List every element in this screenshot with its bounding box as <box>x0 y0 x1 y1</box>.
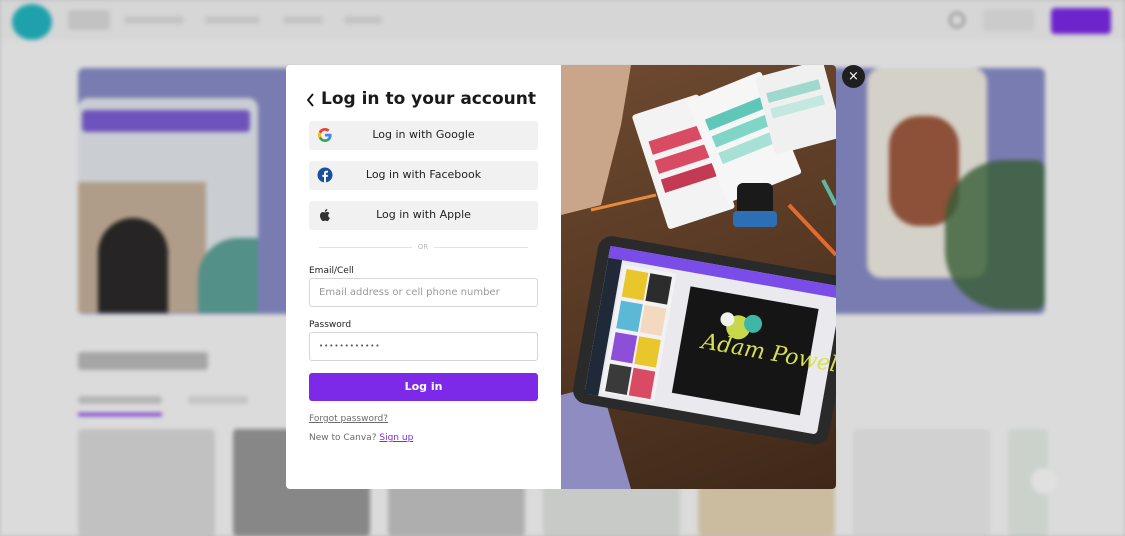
apple-login-button[interactable]: Log in with Apple <box>309 201 538 230</box>
login-button[interactable]: Log in <box>309 373 538 401</box>
divider-or-text: OR <box>412 241 434 253</box>
facebook-login-button[interactable]: Log in with Facebook <box>309 161 538 190</box>
email-label: Email/Cell <box>309 266 354 276</box>
password-label: Password <box>309 320 352 330</box>
facebook-login-label: Log in with Facebook <box>365 168 482 181</box>
promo-image: Adam Powell <box>561 65 836 489</box>
back-button[interactable] <box>306 89 318 109</box>
signup-link[interactable]: Sign up <box>379 433 413 443</box>
new-to-canva-text: New to Canva? Sign up <box>309 433 413 443</box>
password-field[interactable]: •••••••••••• <box>309 332 538 361</box>
tablet-illustration: Adam Powell <box>561 65 836 489</box>
login-form-panel: Log in to your account Log in with Googl… <box>286 65 561 489</box>
forgot-password-link[interactable]: Forgot password? <box>309 414 388 424</box>
close-modal-button[interactable]: × <box>842 65 865 88</box>
new-to-canva-label: New to Canva? <box>309 433 380 443</box>
chevron-left-icon <box>306 93 314 107</box>
google-login-button[interactable]: Log in with Google <box>309 121 538 150</box>
apple-login-label: Log in with Apple <box>376 208 471 221</box>
modal-title: Log in to your account <box>321 89 536 109</box>
login-modal: Log in to your account Log in with Googl… <box>286 65 836 489</box>
google-login-label: Log in with Google <box>372 128 475 141</box>
email-field[interactable] <box>309 278 538 307</box>
close-icon: × <box>848 69 859 84</box>
